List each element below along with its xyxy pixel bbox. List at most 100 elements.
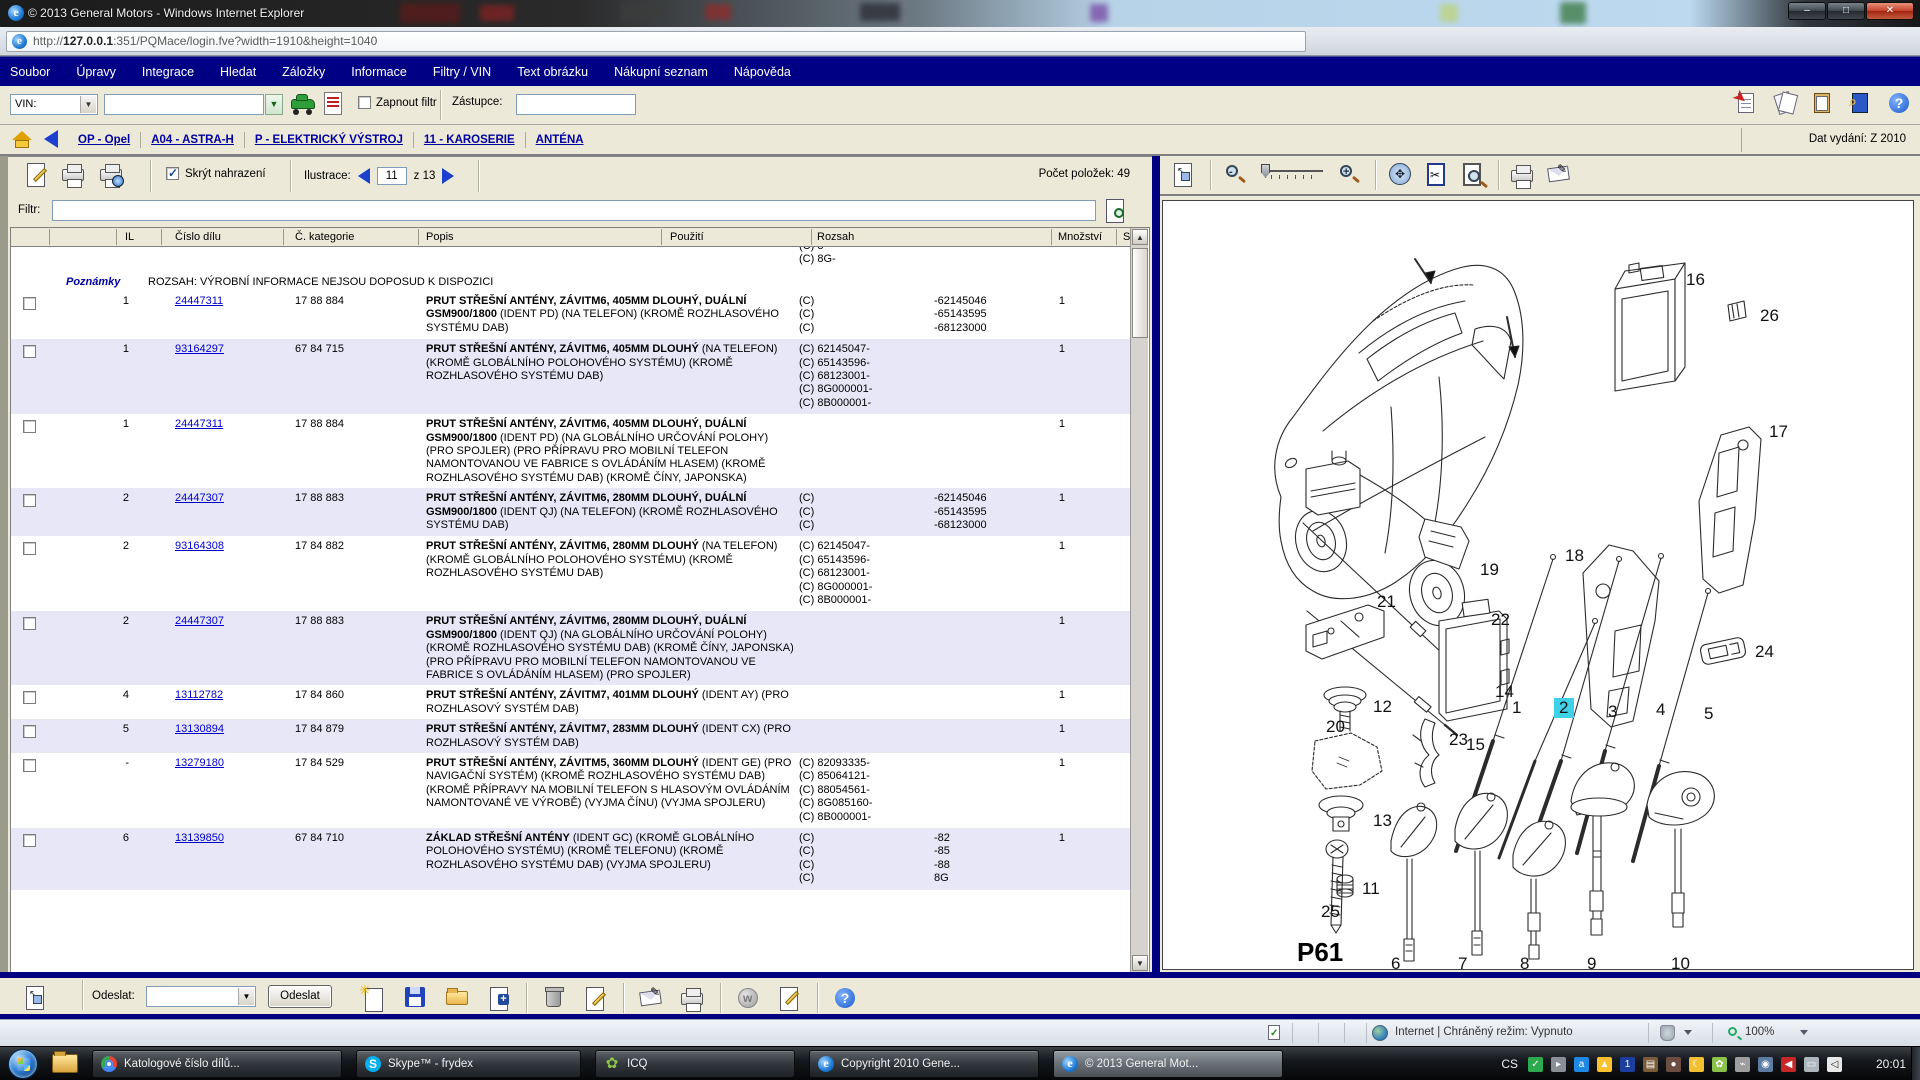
column-header[interactable]: Rozsah [817, 231, 854, 243]
taskbar-clock[interactable]: 20:01 [1876, 1057, 1906, 1071]
vin-mode-select[interactable]: VIN:▼ [10, 94, 98, 115]
menu-item-5[interactable]: Záložky [282, 65, 325, 79]
coffee-icon[interactable]: ● [1666, 1057, 1681, 1072]
start-button[interactable] [8, 1049, 38, 1079]
diagram-label-24[interactable]: 24 [1755, 642, 1774, 661]
explorer-icon[interactable] [52, 1054, 78, 1073]
usb-icon[interactable]: ⌁ [1735, 1057, 1750, 1072]
diagram-label-12[interactable]: 12 [1373, 697, 1392, 716]
diagram-label-22[interactable]: 22 [1491, 610, 1510, 629]
print-icon[interactable] [60, 161, 90, 191]
scroll-up-icon[interactable]: ▲ [1132, 229, 1148, 245]
audio-app-icon[interactable]: a [1574, 1057, 1589, 1072]
diagram-label-3[interactable]: 3 [1608, 702, 1617, 721]
diagram-label-26[interactable]: 26 [1760, 306, 1779, 325]
parts-diagram[interactable]: 1626171824191415202122231213112512345678… [1162, 200, 1914, 970]
tags-icon[interactable] [1772, 91, 1798, 117]
menu-item-8[interactable]: Text obrázku [517, 65, 588, 79]
clipboard-icon[interactable] [1810, 91, 1836, 117]
part-number-link[interactable]: 93164297 [175, 343, 224, 355]
menu-item-9[interactable]: Nákupní seznam [614, 65, 708, 79]
row-checkbox[interactable] [23, 725, 36, 738]
panel-divider[interactable] [1152, 156, 1160, 973]
note-check-icon[interactable]: ✎ [637, 984, 665, 1012]
taskbar-button[interactable]: eCopyright 2010 Gene... [809, 1050, 1039, 1078]
diagram-label-20[interactable]: 20 [1326, 717, 1345, 736]
chevron-down-icon[interactable]: ▼ [80, 96, 96, 113]
column-header[interactable]: IL [125, 231, 134, 243]
fit-page-icon[interactable]: ↖ [1170, 160, 1200, 190]
edit-list-icon[interactable] [582, 984, 610, 1012]
row-checkbox[interactable] [23, 420, 36, 433]
print-preview-icon[interactable] [98, 161, 128, 191]
breadcrumb-link[interactable]: P - ELEKTRICKÝ VÝSTROJ [255, 134, 403, 146]
print-icon[interactable] [1509, 160, 1539, 190]
search-book-icon[interactable]: ⌕ [1848, 91, 1874, 117]
diagram-label-21[interactable]: 21 [1377, 592, 1396, 611]
network-user-icon[interactable]: ◉ [1758, 1057, 1773, 1072]
zoom-in-icon[interactable]: + [1335, 160, 1365, 190]
menu-item-10[interactable]: Nápověda [734, 65, 791, 79]
diagram-label-17[interactable]: 17 [1769, 422, 1788, 441]
open-folder-icon[interactable] [443, 984, 471, 1012]
filter-input[interactable] [52, 200, 1096, 221]
network-icon[interactable]: ▭ [1804, 1057, 1819, 1072]
table-scrollbar[interactable]: ▲ ▼ [1130, 228, 1148, 972]
breadcrumb-link[interactable]: OP - Opel [78, 134, 130, 146]
row-checkbox[interactable] [23, 542, 36, 555]
chevron-down-icon[interactable] [1684, 1030, 1692, 1035]
part-number-link[interactable]: 24447311 [175, 295, 223, 307]
language-indicator[interactable]: CS [1501, 1057, 1518, 1071]
menu-item-2[interactable]: Úpravy [76, 65, 116, 79]
zoom-slider[interactable] [1257, 162, 1329, 188]
close-button[interactable]: ✕ [1866, 2, 1914, 20]
send-button[interactable]: Odeslat [268, 985, 332, 1008]
diagram-label-18[interactable]: 18 [1565, 546, 1584, 565]
part-number-link[interactable]: 13130894 [175, 723, 224, 735]
diagram-label-19[interactable]: 19 [1480, 560, 1499, 579]
part-number-link[interactable]: 24447307 [175, 615, 224, 627]
column-header[interactable]: Použití [670, 231, 704, 243]
note-icon[interactable]: ✎ [1545, 160, 1575, 190]
edit-icon[interactable] [24, 161, 54, 191]
vin-history-chevron-icon[interactable]: ▼ [265, 94, 283, 115]
image-search-icon[interactable] [1458, 160, 1488, 190]
apply-filter-icon[interactable] [1104, 199, 1128, 223]
taskbar-button[interactable]: Katologové číslo dílů... [92, 1050, 342, 1078]
diagram-label-8[interactable]: 8 [1520, 954, 1529, 971]
column-header[interactable]: Popis [426, 231, 454, 243]
hide-replacements-checkbox[interactable] [166, 167, 179, 180]
column-header[interactable]: Množství [1058, 231, 1102, 243]
volume-red-icon[interactable]: ◀ [1781, 1057, 1796, 1072]
part-number-link[interactable]: 24447311 [175, 418, 223, 430]
help-icon[interactable]: ? [1886, 91, 1912, 117]
save-icon[interactable] [401, 984, 429, 1012]
shortcut-input[interactable] [516, 94, 636, 115]
scroll-down-icon[interactable]: ▼ [1132, 955, 1148, 971]
previous-illustration-icon[interactable] [358, 168, 370, 184]
vehicle-icon[interactable] [290, 93, 316, 115]
breadcrumb-link[interactable]: 11 - KAROSERIE [424, 134, 515, 146]
scrollbar-thumb[interactable] [1132, 248, 1148, 338]
enable-filter-checkbox[interactable] [358, 96, 371, 109]
zoom-slider-handle[interactable] [1261, 164, 1270, 178]
breadcrumb-link[interactable]: ANTÉNA [536, 134, 584, 146]
speaker-icon[interactable]: ◁ [1827, 1057, 1842, 1072]
gdrive-icon[interactable]: ▲ [1597, 1057, 1612, 1072]
part-number-link[interactable]: 93164308 [175, 540, 224, 552]
messenger-icon[interactable]: ☾ [1689, 1057, 1704, 1072]
taskbar-button[interactable]: SSkype™ - frydex [356, 1050, 581, 1078]
column-header[interactable]: Č. kategorie [295, 231, 354, 243]
fit-page-icon[interactable]: ↖ [22, 983, 52, 1013]
diagram-label-13[interactable]: 13 [1373, 811, 1392, 830]
row-checkbox[interactable] [23, 617, 36, 630]
illustration-number-input[interactable]: 11 [377, 167, 407, 185]
new-document-icon[interactable]: ✳ [359, 984, 387, 1012]
row-checkbox[interactable] [23, 494, 36, 507]
flag-check-icon[interactable]: ✓ [1528, 1057, 1543, 1072]
row-checkbox[interactable] [23, 834, 36, 847]
zoom-level[interactable]: 100% [1745, 1026, 1774, 1038]
add-document-icon[interactable]: + [485, 984, 513, 1012]
diagram-label-9[interactable]: 9 [1587, 954, 1596, 971]
delete-icon[interactable] [540, 984, 568, 1012]
